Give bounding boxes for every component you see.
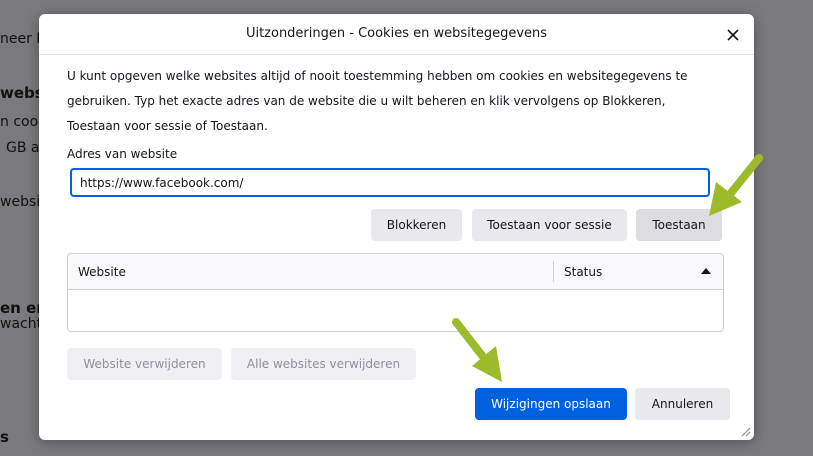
dialog-titlebar: Uitzonderingen - Cookies en websitegegev… xyxy=(39,14,754,55)
remove-website-button[interactable]: Website verwijderen xyxy=(67,348,222,380)
annotation-arrow xyxy=(709,154,763,216)
exceptions-table: Website Status xyxy=(67,253,724,332)
intro-text: U kunt opgeven welke websites altijd of … xyxy=(67,69,688,133)
allow-session-button[interactable]: Toestaan voor sessie xyxy=(472,209,627,241)
sort-ascending-icon xyxy=(701,268,711,274)
close-button[interactable] xyxy=(720,22,746,48)
resize-grip-icon[interactable] xyxy=(739,425,751,437)
exceptions-dialog: Uitzonderingen - Cookies en websitegegev… xyxy=(39,14,754,440)
table-header: Website Status xyxy=(68,254,723,290)
column-header-website[interactable]: Website xyxy=(78,265,126,279)
column-separator[interactable] xyxy=(553,261,554,282)
remove-all-websites-button[interactable]: Alle websites verwijderen xyxy=(231,348,416,380)
column-header-status[interactable]: Status xyxy=(564,265,602,279)
address-label: Adres van website xyxy=(67,147,178,161)
cancel-button[interactable]: Annuleren xyxy=(635,388,730,420)
website-address-input[interactable] xyxy=(70,168,710,197)
bg-fragment: websi xyxy=(0,194,41,210)
annotation-arrow xyxy=(452,318,502,382)
save-changes-button[interactable]: Wijzigingen opslaan xyxy=(475,388,627,420)
block-button[interactable]: Blokkeren xyxy=(371,209,462,241)
close-icon xyxy=(727,29,739,41)
dialog-title: Uitzonderingen - Cookies en websitegegev… xyxy=(245,26,548,41)
bg-fragment: s xyxy=(0,428,9,446)
